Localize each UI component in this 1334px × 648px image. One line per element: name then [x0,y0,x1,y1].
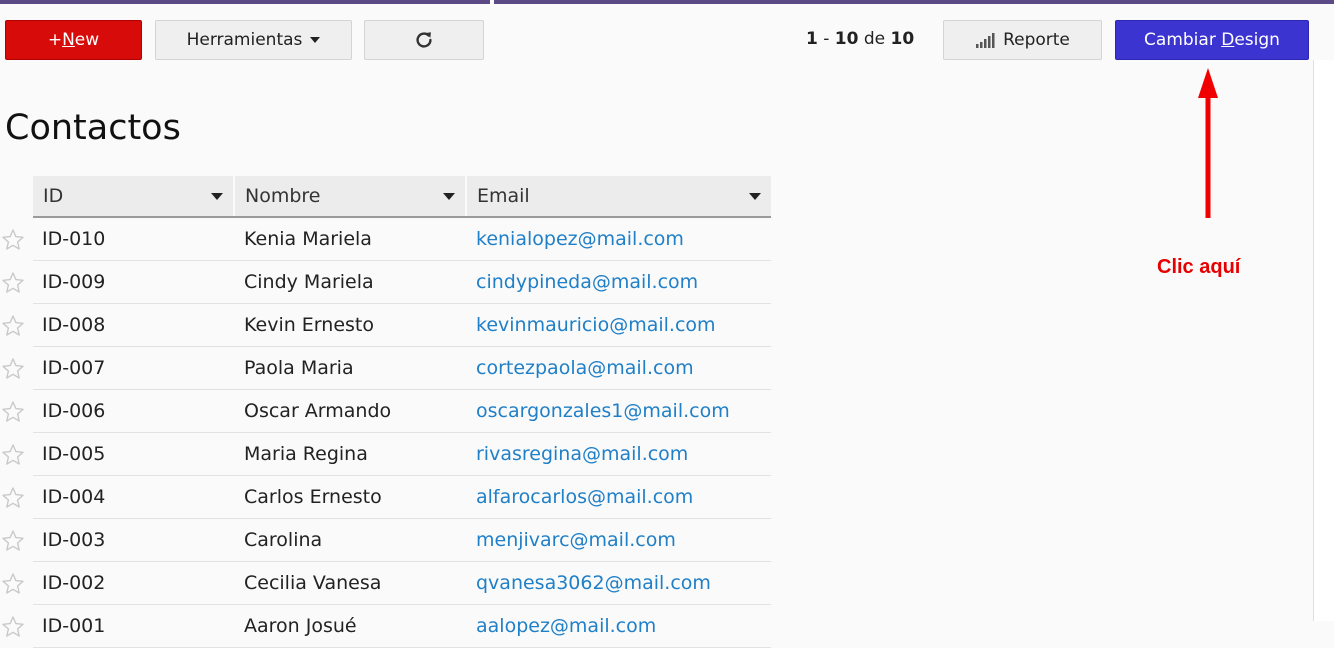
cell-email-link[interactable]: aalopez@mail.com [467,615,771,637]
star-icon[interactable] [0,271,26,295]
pager-sep: - [823,29,830,49]
tools-label: Herramientas [186,30,303,50]
star-icon[interactable] [0,443,26,467]
annotation-label: Clic aquí [1157,256,1241,278]
pager-from: 1 [806,29,818,49]
cell-email-link[interactable]: alfarocarlos@mail.com [467,486,771,508]
cell-email-link[interactable]: oscargonzales1@mail.com [467,400,771,422]
cell-email-link[interactable]: kevinmauricio@mail.com [467,314,771,336]
pager-total: 10 [890,29,915,49]
top-accent-bar [0,0,1334,4]
dropdown-caret-icon [310,37,321,43]
new-button[interactable]: + New [5,20,142,60]
page-title: Contactos [5,108,181,148]
cell-id: ID-009 [42,271,106,293]
cell-nombre: Carlos Ernesto [244,486,382,508]
refresh-icon [416,32,432,48]
pager-to: 10 [834,29,859,49]
dropdown-caret-icon[interactable] [749,192,761,200]
cell-id: ID-005 [42,443,106,465]
cell-id: ID-007 [42,357,106,379]
table-row[interactable]: ID-009 Cindy Mariela cindypineda@mail.com [2,261,771,304]
refresh-button[interactable] [364,20,484,60]
cell-email-link[interactable]: menjivarc@mail.com [467,529,771,551]
cell-nombre: Kevin Ernesto [244,314,374,336]
table-row[interactable]: ID-004 Carlos Ernesto alfarocarlos@mail.co… [2,476,771,519]
star-icon[interactable] [0,314,26,338]
cell-nombre: Kenia Mariela [244,228,372,250]
cell-id: ID-004 [42,486,106,508]
table-row[interactable]: ID-003 Carolina menjivarc@mail.com [2,519,771,562]
cell-email-link[interactable]: cindypineda@mail.com [467,271,771,293]
cell-id: ID-003 [42,529,106,551]
cell-nombre: Cindy Mariela [244,271,374,293]
star-icon[interactable] [0,486,26,510]
cell-email-link[interactable]: rivasregina@mail.com [467,443,771,465]
tools-dropdown-button[interactable]: Herramientas [155,20,352,60]
change-design-button[interactable]: Cambiar Design [1115,20,1309,60]
table-header: ID Nombre Email [33,176,771,218]
cell-email-link[interactable]: qvanesa3062@mail.com [467,572,771,594]
cell-nombre: Aaron Josué [244,615,357,637]
arrow-up-icon [1198,68,1218,218]
dropdown-caret-icon[interactable] [443,192,455,200]
table-row[interactable]: ID-007 Paola Maria cortezpaola@mail.com [2,347,771,390]
table-body: ID-010 Kenia Mariela kenialopez@mail.com ID… [2,218,771,648]
star-icon[interactable] [0,572,26,596]
column-header-email[interactable]: Email [467,176,771,216]
table-row[interactable]: ID-008 Kevin Ernesto kevinmauricio@mail.co… [2,304,771,347]
table-row[interactable]: ID-002 Cecilia Vanesa qvanesa3062@mail.com [2,562,771,605]
table-row[interactable]: ID-010 Kenia Mariela kenialopez@mail.com [2,218,771,261]
star-icon[interactable] [0,529,26,553]
new-button-rest: ew [74,30,100,50]
star-icon[interactable] [0,400,26,424]
column-header-label: ID [43,185,64,207]
right-scroll-strip [1313,60,1334,621]
cell-nombre: Maria Regina [244,443,368,465]
design-rest: esign [1234,30,1280,50]
table-row[interactable]: ID-005 Maria Regina rivasregina@mail.com [2,433,771,476]
star-icon[interactable] [0,228,26,252]
cell-email-link[interactable]: kenialopez@mail.com [467,228,771,250]
column-header-label: Email [477,185,530,207]
cell-nombre: Carolina [244,529,323,551]
design-prefix: Cambiar [1144,30,1222,50]
cell-nombre: Oscar Armando [244,400,392,422]
report-button[interactable]: Reporte [943,20,1102,60]
cell-nombre: Cecilia Vanesa [244,572,382,594]
bar-chart-icon [976,33,995,48]
cell-id: ID-001 [42,615,106,637]
column-header-label: Nombre [245,185,321,207]
cell-id: ID-006 [42,400,106,422]
contacts-table: ID Nombre Email ID-010 Kenia Mariela kenia… [2,176,771,648]
pager-of: de [863,29,886,49]
cell-id: ID-008 [42,314,106,336]
star-icon[interactable] [0,615,26,639]
pagination-info: 1 - 10 de 10 [806,29,914,49]
star-icon[interactable] [0,357,26,381]
cell-id: ID-010 [42,228,106,250]
design-underlined: D [1221,30,1235,50]
table-row[interactable]: ID-006 Oscar Armando oscargonzales1@mail.c… [2,390,771,433]
cell-email-link[interactable]: cortezpaola@mail.com [467,357,771,379]
column-header-id[interactable]: ID [33,176,233,216]
new-button-prefix: + [47,30,63,50]
dropdown-caret-icon[interactable] [211,192,223,200]
column-header-nombre[interactable]: Nombre [235,176,465,216]
cell-id: ID-002 [42,572,106,594]
table-row[interactable]: ID-001 Aaron Josué aalopez@mail.com [2,605,771,648]
cell-nombre: Paola Maria [244,357,354,379]
new-button-underlined: N [62,30,75,50]
report-label: Reporte [1003,30,1070,50]
